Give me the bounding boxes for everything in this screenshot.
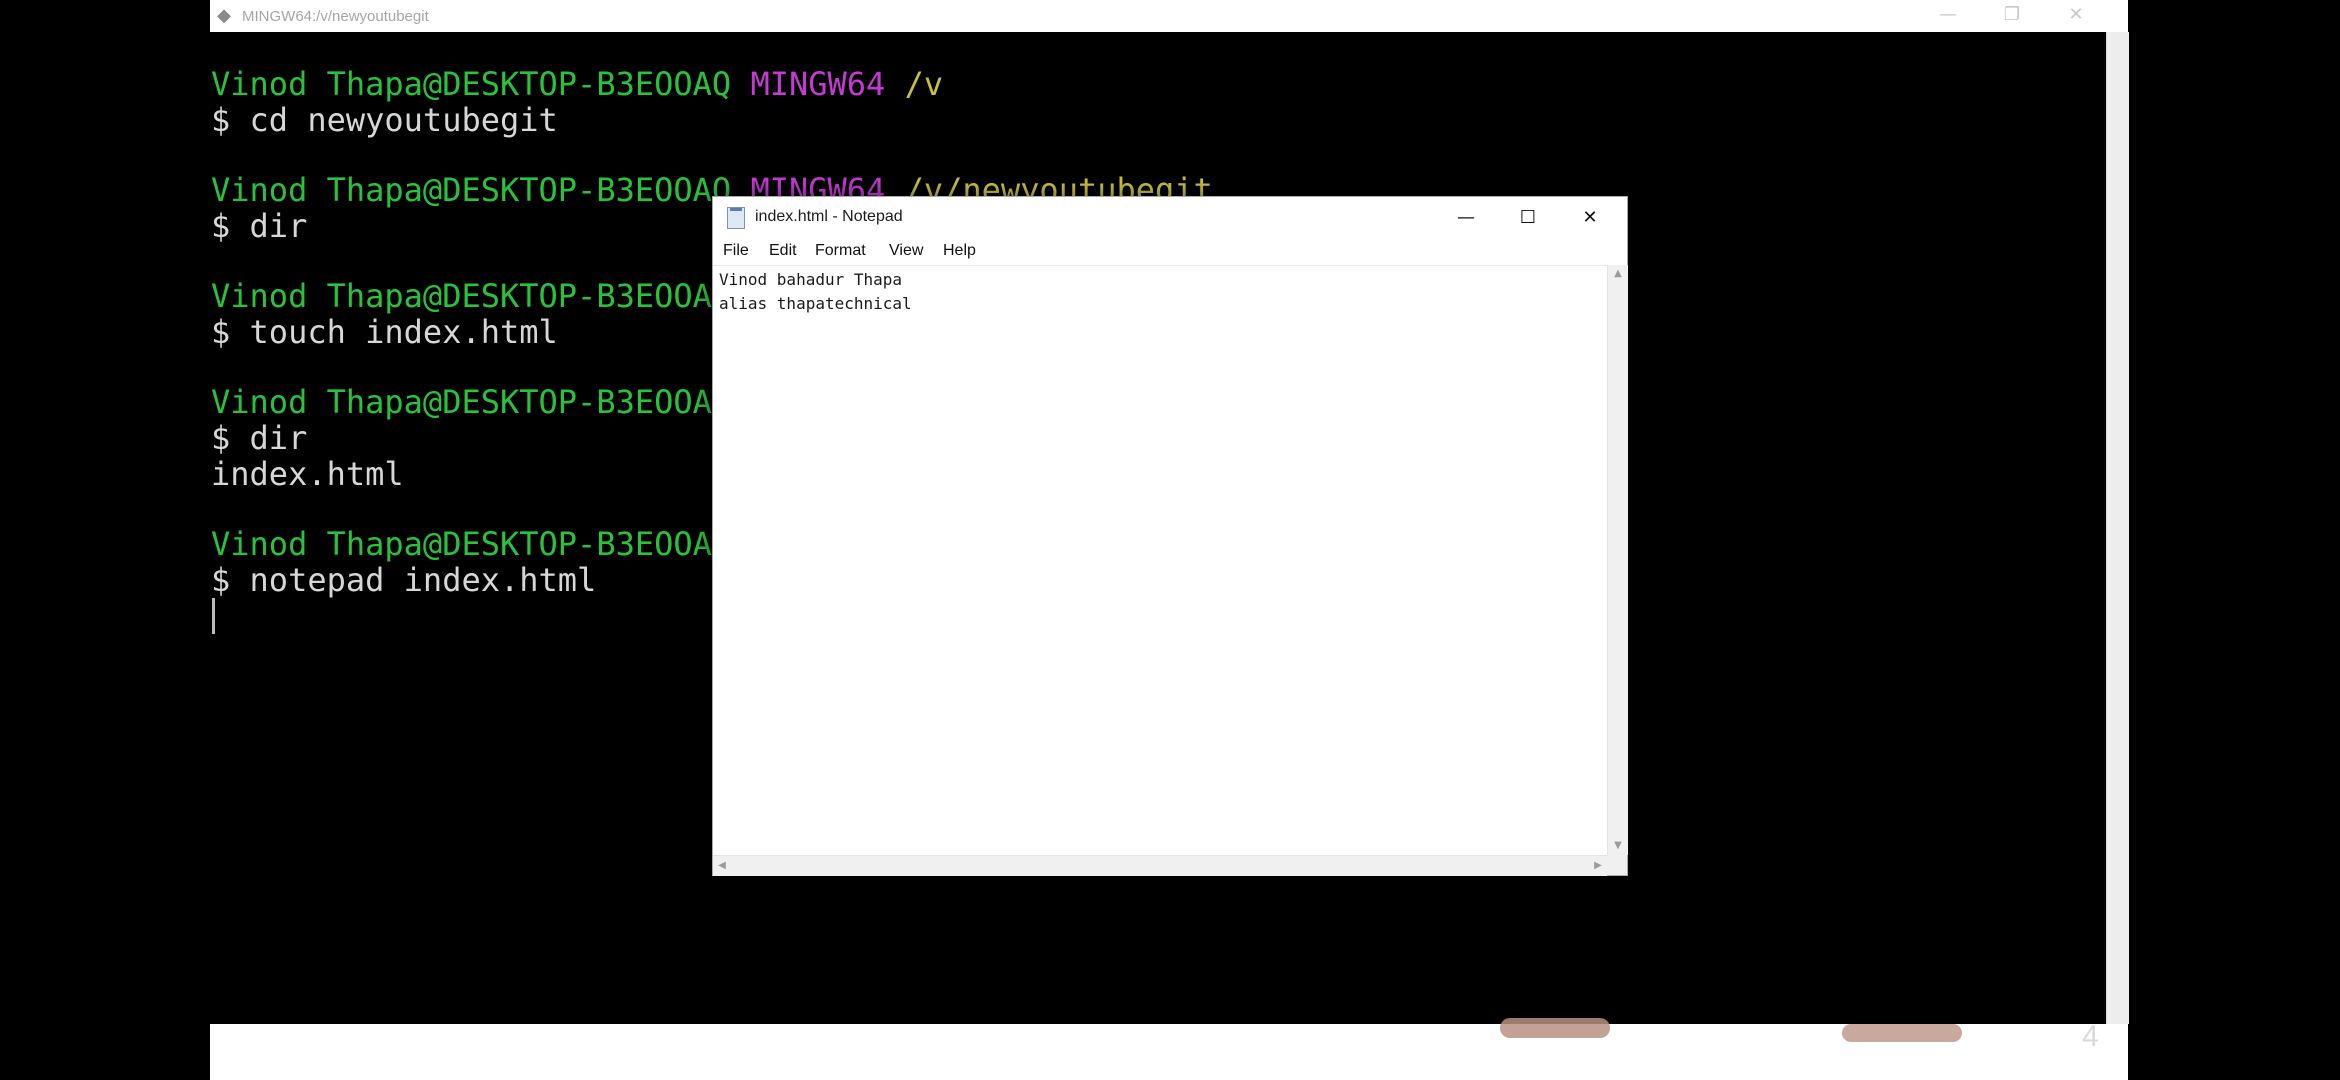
prompt-user-host: Vinod Thapa@DESKTOP-B3EOOAQ [211, 171, 732, 209]
bash-restore-button[interactable]: ❐ [1980, 0, 2044, 32]
notepad-window-title: index.html - Notepad [755, 208, 903, 225]
decorative-figure [1500, 1018, 1610, 1038]
bash-minimize-button[interactable]: — [1916, 0, 1980, 32]
scroll-up-arrow-icon[interactable]: ▲ [1608, 265, 1628, 283]
notepad-horizontal-scrollbar[interactable]: ◀ ▶ [713, 855, 1607, 876]
prompt-user-host: Vinod Thapa@DESKTOP-B3EOOA [211, 277, 712, 315]
page-number: 4 [2082, 1020, 2099, 1053]
bash-window-title: MINGW64:/v/newyoutubegit [242, 8, 429, 25]
scrollbar-corner [1607, 855, 1627, 875]
command-line: $ touch index.html [211, 313, 558, 351]
command-line: $ dir [211, 207, 308, 245]
command-line: $ cd newyoutubegit [211, 101, 558, 139]
menu-edit[interactable]: Edit [769, 242, 797, 260]
notepad-close-button[interactable]: ✕ [1559, 197, 1621, 239]
bash-scrollbar[interactable] [2106, 32, 2129, 1024]
prompt-line: Vinod Thapa@DESKTOP-B3EOOAQ MINGW64 /v [211, 66, 943, 102]
scroll-down-arrow-icon[interactable]: ▼ [1608, 837, 1628, 855]
command-line: $ notepad index.html [211, 561, 597, 599]
notepad-title-bar[interactable]: index.html - Notepad — ☐ ✕ [713, 197, 1627, 239]
menu-format[interactable]: Format [815, 242, 866, 260]
bash-close-button[interactable]: ✕ [2044, 0, 2108, 32]
scroll-right-arrow-icon[interactable]: ▶ [1589, 856, 1607, 876]
notepad-window: index.html - Notepad — ☐ ✕ File Edit For… [712, 196, 1628, 876]
command-line: $ dir [211, 419, 308, 457]
notepad-text-area[interactable]: Vinod bahadur Thapa alias thapatechnical [713, 265, 1607, 856]
scroll-left-arrow-icon[interactable]: ◀ [713, 856, 731, 876]
notepad-icon [727, 207, 745, 229]
bash-title-bar[interactable]: ◆ MINGW64:/v/newyoutubegit — ❐ ✕ [210, 0, 2128, 33]
text-cursor [212, 598, 215, 634]
menu-file[interactable]: File [723, 242, 749, 260]
command-output: index.html [211, 455, 404, 493]
notepad-maximize-button[interactable]: ☐ [1497, 197, 1559, 239]
decorative-figure [1842, 1024, 1962, 1042]
bash-bottom-bar [210, 1024, 2128, 1080]
prompt-path: /v [904, 65, 944, 103]
prompt-user-host: Vinod Thapa@DESKTOP-B3EOOAQ [211, 65, 732, 103]
notepad-text-line: alias thapatechnical [719, 294, 912, 313]
menu-view[interactable]: View [889, 242, 923, 260]
notepad-vertical-scrollbar[interactable]: ▲ ▼ [1607, 265, 1628, 855]
prompt-user-host: Vinod Thapa@DESKTOP-B3EOOA [211, 525, 712, 563]
prompt-system: MINGW64 [750, 65, 886, 103]
notepad-minimize-button[interactable]: — [1435, 197, 1497, 239]
prompt-user-host: Vinod Thapa@DESKTOP-B3EOOA [211, 383, 712, 421]
menu-help[interactable]: Help [943, 242, 976, 260]
notepad-text-line: Vinod bahadur Thapa [719, 270, 903, 289]
git-bash-icon: ◆ [217, 5, 231, 26]
notepad-menu-bar: File Edit Format View Help [713, 239, 1627, 265]
